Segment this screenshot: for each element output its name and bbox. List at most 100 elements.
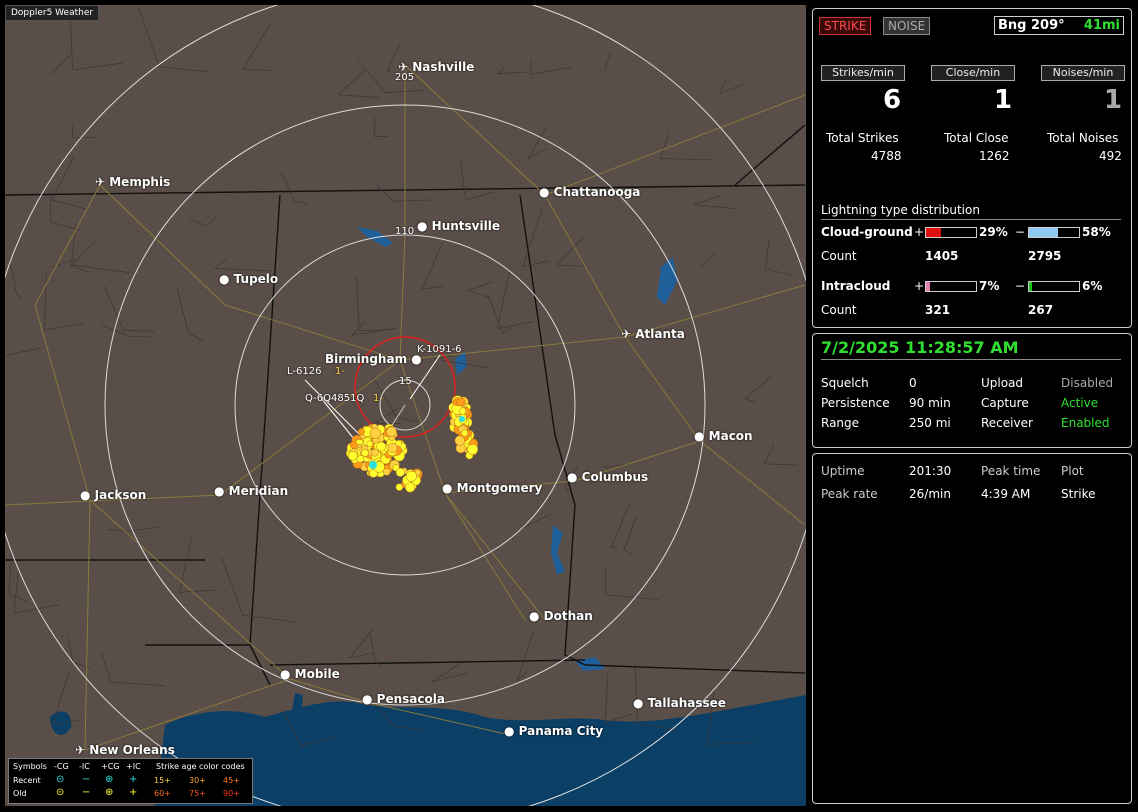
city-jackson: ● Jackson — [80, 488, 147, 502]
strike-stats-panel: STRIKE NOISE Bng 209° 41mi Strikes/min C… — [812, 8, 1132, 328]
strike-cluster — [345, 395, 479, 493]
strike-marker — [454, 435, 465, 446]
ic-positive-fill — [926, 282, 930, 291]
legend-header-pos-cg: +CG — [101, 762, 120, 771]
close-per-min-header[interactable]: Close/min — [931, 65, 1015, 81]
county-line — [610, 503, 630, 549]
city-dot-icon: ● — [80, 488, 95, 502]
cloud-ground-label: Cloud-ground — [821, 225, 913, 239]
pos-cg-old-icon: ⊕ — [105, 787, 114, 798]
neg-cg-old-icon: ⊝ — [56, 787, 65, 798]
airport-icon: ✈ — [621, 327, 636, 341]
noise-button[interactable]: NOISE — [883, 17, 931, 35]
distance-label: 41mi — [1083, 18, 1120, 33]
strike-marker — [405, 470, 418, 482]
map-canvas — [5, 5, 806, 806]
city-mobile: ● Mobile — [280, 667, 340, 681]
ic-count-label: Count — [821, 303, 857, 317]
county-line — [280, 171, 309, 205]
peak-time-label: Peak time — [981, 464, 1041, 478]
county-line — [496, 271, 534, 330]
city-dot-icon: ● — [362, 692, 377, 706]
legend-symbols-label: Symbols — [13, 762, 47, 771]
county-line — [527, 126, 548, 159]
cg-negative-count: 2795 — [1028, 249, 1062, 263]
ic-positive-pct: 7% — [979, 279, 1000, 293]
storm-label-q[interactable]: Q-6Q4851Q — [305, 393, 364, 404]
county-line — [520, 513, 551, 530]
strikes-per-min-header[interactable]: Strikes/min — [821, 65, 905, 81]
plot-label: Plot — [1061, 464, 1084, 478]
county-line — [51, 53, 72, 75]
ic-negative-fill — [1029, 282, 1032, 291]
city-dot-icon: ● — [633, 696, 648, 710]
strike-button[interactable]: STRIKE — [819, 17, 872, 35]
receiver-label: Receiver — [981, 416, 1033, 430]
strike-marker — [357, 428, 365, 436]
pos-cg-recent-icon: ⊕ — [105, 774, 114, 785]
airport-icon: ✈ — [95, 175, 110, 189]
strike-marker — [459, 407, 467, 415]
legend-row-old: Old — [13, 789, 27, 798]
cg-positive-bar — [925, 227, 977, 238]
city-dot-icon: ● — [529, 609, 544, 623]
county-line — [100, 652, 166, 687]
county-line — [693, 195, 736, 209]
cg-positive-pct: 29% — [979, 225, 1008, 239]
city-tallahassee: ● Tallahassee — [633, 696, 726, 710]
cg-positive-count: 1405 — [925, 249, 959, 263]
airport-icon: ✈ — [75, 743, 90, 757]
neg-ic-old-icon: − — [82, 787, 91, 798]
storm-label-k[interactable]: K-1091-6 — [417, 344, 462, 355]
distribution-divider — [821, 219, 1121, 220]
cg-minus-sign: − — [1015, 225, 1026, 239]
county-line — [242, 24, 271, 71]
neg-cg-recent-icon: ⊝ — [56, 774, 65, 785]
range-value: 250 mi — [909, 416, 951, 430]
city-birmingham: Birmingham ● — [325, 352, 422, 366]
city-dot-icon: ● — [504, 724, 519, 738]
total-noises-value: 492 — [1099, 149, 1122, 163]
county-line — [356, 276, 391, 332]
plot-mode-value[interactable]: Strike — [1061, 487, 1096, 501]
legend-age-label: Strike age color codes — [156, 762, 245, 771]
total-strikes-value: 4788 — [871, 149, 902, 163]
city-dot-icon: ● — [214, 484, 229, 498]
neg-ic-recent-icon: − — [82, 774, 91, 785]
county-line — [467, 281, 494, 299]
status-panel: 7/2/2025 11:28:57 AM Squelch 0 Upload Di… — [812, 333, 1132, 448]
legend-age-15: 15+ — [154, 776, 171, 785]
legend-age-75: 75+ — [189, 789, 206, 798]
squelch-value: 0 — [909, 376, 917, 390]
county-line — [373, 408, 401, 424]
storm-label-q-suffix: 1- — [373, 393, 383, 404]
cg-positive-fill — [926, 228, 941, 237]
pos-ic-recent-icon: + — [129, 774, 138, 785]
county-line — [659, 133, 714, 161]
county-line — [373, 117, 389, 138]
cg-plus-sign: + — [914, 225, 925, 239]
ic-minus-sign: − — [1015, 279, 1026, 293]
ic-negative-count: 267 — [1028, 303, 1054, 317]
county-line — [700, 252, 716, 268]
strikes-per-min-value: 6 — [883, 85, 902, 115]
close-per-min-value: 1 — [994, 85, 1013, 115]
city-tupelo: ● Tupelo — [219, 272, 279, 286]
range-label: Range — [821, 416, 860, 430]
county-line — [763, 443, 798, 466]
radar-map[interactable]: 205 110 15 K-1091-6 L-6126 1- Q-6Q4851Q … — [5, 5, 806, 806]
county-line — [369, 633, 383, 668]
range-label-110: 110 — [395, 226, 415, 237]
noises-per-min-header[interactable]: Noises/min — [1041, 65, 1125, 81]
county-line — [138, 7, 211, 73]
persistence-label: Persistence — [821, 396, 890, 410]
storm-label-l[interactable]: L-6126 — [287, 366, 321, 377]
county-line — [106, 526, 161, 532]
cg-count-label: Count — [821, 249, 857, 263]
legend-age-45: 45+ — [223, 776, 240, 785]
county-line — [44, 270, 84, 331]
city-dothan: ● Dothan — [529, 609, 593, 623]
legend-age-30: 30+ — [189, 776, 206, 785]
upload-label: Upload — [981, 376, 1024, 390]
city-dot-icon: ● — [694, 429, 709, 443]
